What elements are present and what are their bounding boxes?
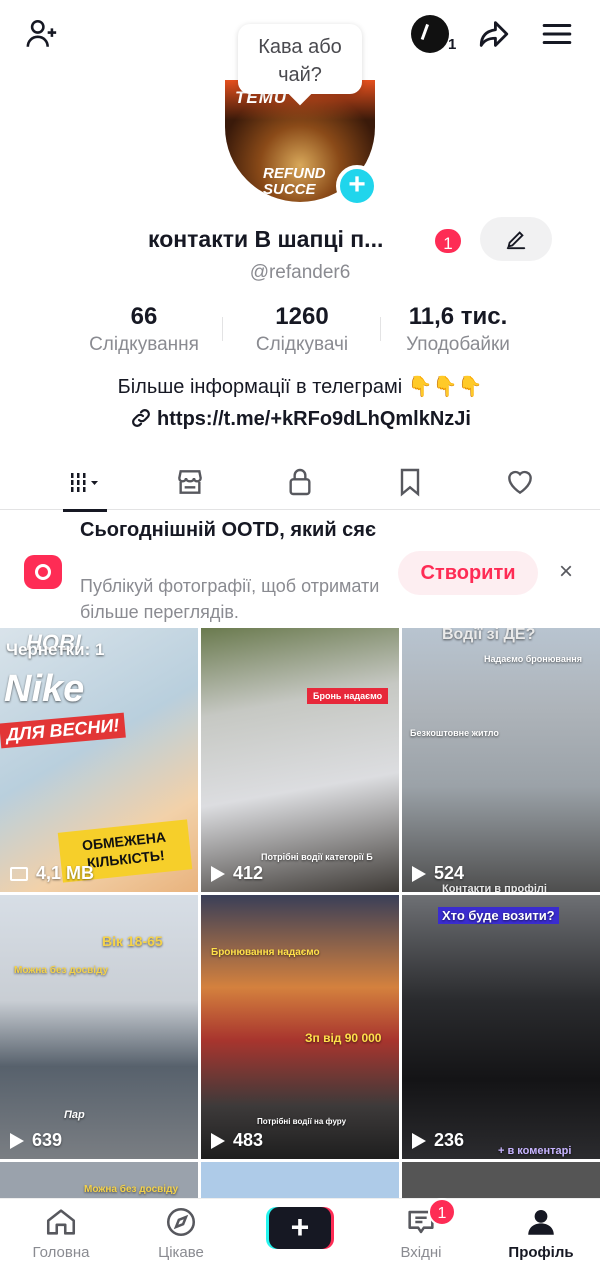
video-grid: НОВІ Чернетки: 1 Nike ДЛЯ ВЕСНИ! ОБМЕЖЕН…: [0, 628, 600, 1200]
tab-private[interactable]: [270, 460, 330, 504]
promo-banner: Сьогоднішній OOTD, який сяє Публікуй фот…: [0, 511, 600, 627]
play-icon: [211, 865, 225, 882]
tab-liked[interactable]: [490, 460, 550, 504]
drafts-label: Чернетки: 1: [6, 640, 105, 659]
pencil-icon: [506, 231, 526, 250]
create-button[interactable]: Створити: [398, 551, 538, 595]
status-bubble[interactable]: Кава або чай?: [238, 24, 362, 94]
video-tile[interactable]: Бронювання надаємо Зп від 90 000 Потрібн…: [201, 895, 399, 1159]
stat-followers[interactable]: 1260 Слідкувачі: [240, 303, 364, 359]
pointing-down-emoji: 👇👇👇: [407, 376, 483, 398]
lock-icon: [289, 468, 311, 496]
tab-saved[interactable]: [380, 460, 440, 504]
bio-text: Більше інформації в телеграмі 👇👇👇: [117, 376, 483, 398]
small-avatar-icon: [411, 15, 449, 53]
video-tile-drafts[interactable]: НОВІ Чернетки: 1 Nike ДЛЯ ВЕСНИ! ОБМЕЖЕН…: [0, 628, 198, 892]
drafts-icon: [10, 866, 28, 881]
play-icon: [211, 1132, 225, 1149]
play-icon: [412, 865, 426, 882]
tab-shop[interactable]: [160, 460, 220, 504]
bottom-nav: Головна Цікаве + Вхідні Профіль: [0, 1198, 600, 1266]
shop-icon: [178, 470, 202, 494]
share-icon[interactable]: [474, 14, 514, 54]
video-tile[interactable]: Вік 18-65 Можна без досвіду Пар 639: [0, 895, 198, 1159]
stat-likes[interactable]: 11,6 тис. Уподобайки: [396, 303, 520, 359]
promo-subtitle: Публікуй фотографії, щоб отримати більше…: [80, 576, 380, 622]
name-notification-badge: 1: [432, 226, 464, 256]
menu-icon[interactable]: [537, 14, 577, 54]
stat-following[interactable]: 66 Слідкування: [80, 303, 208, 359]
profile-icon: [528, 1209, 554, 1235]
stats-row: 66 Слідкування 1260 Слідкувачі 11,6 тис.…: [0, 303, 600, 363]
grid-icon: [71, 473, 98, 492]
profile-tabs: [0, 452, 600, 512]
add-friend-icon[interactable]: [22, 14, 62, 54]
video-tile[interactable]: [201, 1162, 399, 1200]
camera-icon: [24, 555, 62, 589]
play-icon: [10, 1132, 24, 1149]
video-tile[interactable]: Бронь надаємо Потрібні водії категорії Б…: [201, 628, 399, 892]
profile-name: контакти В шапці п...: [148, 226, 384, 252]
inbox-badge: 1: [428, 1198, 456, 1226]
create-post-button[interactable]: +: [266, 1207, 334, 1249]
plus-icon: +: [269, 1207, 331, 1249]
profile-handle: @refander6: [249, 262, 351, 283]
following-count-badge: 1: [448, 36, 457, 53]
nav-discover[interactable]: Цікаве: [126, 1205, 236, 1262]
tab-videos[interactable]: [55, 460, 115, 512]
play-icon: [412, 1132, 426, 1149]
add-avatar-plus-icon[interactable]: +: [336, 165, 378, 207]
edit-profile-button[interactable]: [480, 217, 552, 261]
following-avatar[interactable]: 1: [410, 14, 456, 54]
compass-icon: [166, 1207, 196, 1237]
home-icon: [46, 1209, 76, 1235]
link-icon: [132, 409, 150, 427]
video-tile[interactable]: [402, 1162, 600, 1200]
close-icon[interactable]: ×: [555, 557, 577, 587]
video-tile[interactable]: Можна без досвіду: [0, 1162, 198, 1200]
promo-title: Сьогоднішній OOTD, який сяє: [80, 519, 377, 541]
nav-inbox[interactable]: Вхідні: [366, 1205, 476, 1262]
nav-home[interactable]: Головна: [6, 1205, 116, 1262]
bio-link[interactable]: https://t.me/+kRFo9dLhQmlkNzJi: [0, 404, 600, 434]
video-tile[interactable]: Водії зі ДЕ? Надаємо бронювання Безкошто…: [402, 628, 600, 892]
bookmark-icon: [400, 468, 420, 497]
heart-icon: [508, 470, 532, 495]
video-tile[interactable]: Хто буде возити? + в коментарі 236: [402, 895, 600, 1159]
nav-profile[interactable]: Профіль: [486, 1205, 596, 1262]
